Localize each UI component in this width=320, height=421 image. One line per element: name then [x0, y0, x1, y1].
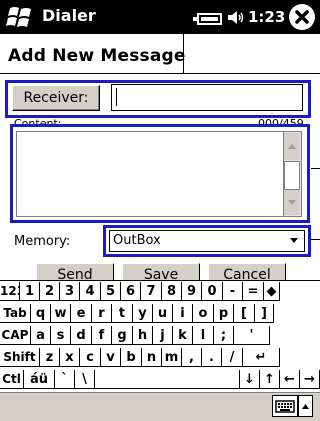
keyboard-key[interactable]: o — [193, 304, 214, 323]
callout-line — [311, 239, 320, 240]
soft-keyboard: 1231234567890-=◆Tabqwertyuiop[]CAPasdfgh… — [0, 280, 320, 392]
keyboard-key[interactable]: 2 — [40, 282, 60, 301]
keyboard-key[interactable]: ← — [280, 370, 300, 389]
keyboard-key[interactable]: ↓ — [240, 370, 260, 389]
keyboard-key[interactable]: a — [31, 326, 51, 345]
keyboard-key[interactable]: ↑ — [260, 370, 280, 389]
callout-line — [311, 168, 320, 169]
keyboard-key[interactable]: p — [214, 304, 234, 323]
keyboard-key[interactable]: m — [162, 348, 182, 367]
battery-icon[interactable] — [193, 11, 223, 25]
keyboard-key[interactable]: v — [101, 348, 121, 367]
keyboard-key[interactable]: f — [92, 326, 112, 345]
key-space[interactable] — [95, 370, 240, 389]
keyboard-key[interactable]: ; — [214, 326, 234, 345]
scroll-up-button[interactable] — [284, 133, 300, 160]
keyboard-key[interactable]: z — [40, 348, 60, 367]
scroll-up-icon — [288, 144, 296, 149]
keyboard-key[interactable]: Shift — [0, 348, 40, 367]
keyboard-key[interactable]: \ — [75, 370, 95, 389]
keyboard-key[interactable]: n — [142, 348, 162, 367]
keyboard-key[interactable]: ◆ — [264, 282, 280, 301]
keyboard-key[interactable]: = — [243, 282, 264, 301]
memory-label: Memory: — [14, 234, 71, 249]
keyboard-key[interactable]: 4 — [80, 282, 101, 301]
keyboard-icon — [275, 400, 295, 413]
close-icon — [295, 10, 309, 24]
keyboard-key[interactable]: k — [173, 326, 193, 345]
keyboard-key[interactable]: 1 — [20, 282, 40, 301]
keyboard-key[interactable]: u — [153, 304, 173, 323]
keyboard-key[interactable]: - — [223, 282, 243, 301]
keyboard-key[interactable]: j — [153, 326, 173, 345]
keyboard-key[interactable]: → — [300, 370, 320, 389]
close-button[interactable] — [289, 4, 315, 30]
keyboard-key[interactable]: q — [31, 304, 51, 323]
receiver-button[interactable]: Receiver: — [12, 85, 100, 111]
content-textarea[interactable] — [16, 131, 302, 217]
keyboard-key[interactable]: x — [60, 348, 80, 367]
keyboard-key[interactable]: áü — [24, 370, 55, 389]
keyboard-key[interactable]: b — [121, 348, 142, 367]
dropdown-arrow-icon — [290, 238, 298, 243]
volume-icon[interactable] — [227, 9, 245, 26]
keyboard-key[interactable]: [ — [234, 304, 255, 323]
keyboard-key[interactable]: s — [51, 326, 71, 345]
memory-selected-value: OutBox — [113, 233, 161, 248]
keyboard-key[interactable]: w — [51, 304, 71, 323]
keyboard-key[interactable]: r — [92, 304, 112, 323]
windows-logo-icon[interactable] — [6, 4, 36, 30]
keyboard-key[interactable]: , — [182, 348, 202, 367]
keyboard-key[interactable]: d — [71, 326, 92, 345]
keyboard-key[interactable]: 7 — [141, 282, 162, 301]
keyboard-key[interactable]: g — [112, 326, 133, 345]
keyboard-key[interactable]: ] — [255, 304, 274, 323]
keyboard-key[interactable]: e — [71, 304, 92, 323]
scroll-thumb[interactable] — [284, 161, 300, 190]
keyboard-toggle-button[interactable] — [272, 395, 298, 417]
receiver-input[interactable] — [111, 84, 303, 111]
keyboard-key[interactable]: 9 — [182, 282, 202, 301]
scroll-down-icon — [288, 200, 296, 205]
keyboard-key[interactable]: ` — [55, 370, 75, 389]
up-arrow-icon — [302, 404, 309, 409]
keyboard-key[interactable]: l — [193, 326, 214, 345]
text-caret — [116, 88, 117, 106]
keyboard-key[interactable]: ↵ — [243, 348, 280, 367]
keyboard-key[interactable]: 5 — [101, 282, 121, 301]
keyboard-key[interactable]: Ctl — [0, 370, 24, 389]
keyboard-key[interactable]: h — [133, 326, 153, 345]
page-title: Add New Message — [8, 46, 186, 66]
callout-line — [183, 0, 184, 73]
keyboard-key[interactable]: ' — [234, 326, 270, 345]
scroll-down-button[interactable] — [284, 190, 300, 215]
divider — [0, 73, 320, 74]
keyboard-key[interactable]: 123 — [0, 282, 20, 301]
keyboard-key[interactable]: 8 — [162, 282, 182, 301]
keyboard-key[interactable]: Tab — [0, 304, 31, 323]
input-menu-button[interactable] — [298, 395, 313, 417]
keyboard-key[interactable]: y — [133, 304, 153, 323]
keyboard-key[interactable]: CAP — [0, 326, 31, 345]
keyboard-key[interactable]: . — [202, 348, 222, 367]
keyboard-key[interactable]: 3 — [60, 282, 80, 301]
clock[interactable]: 1:23 — [248, 8, 285, 26]
keyboard-key[interactable]: t — [112, 304, 133, 323]
keyboard-key[interactable]: c — [80, 348, 101, 367]
keyboard-key[interactable]: i — [173, 304, 193, 323]
app-title: Dialer — [42, 6, 96, 25]
keyboard-key[interactable]: 6 — [121, 282, 141, 301]
keyboard-key[interactable]: 0 — [202, 282, 223, 301]
keyboard-key[interactable]: / — [222, 348, 243, 367]
